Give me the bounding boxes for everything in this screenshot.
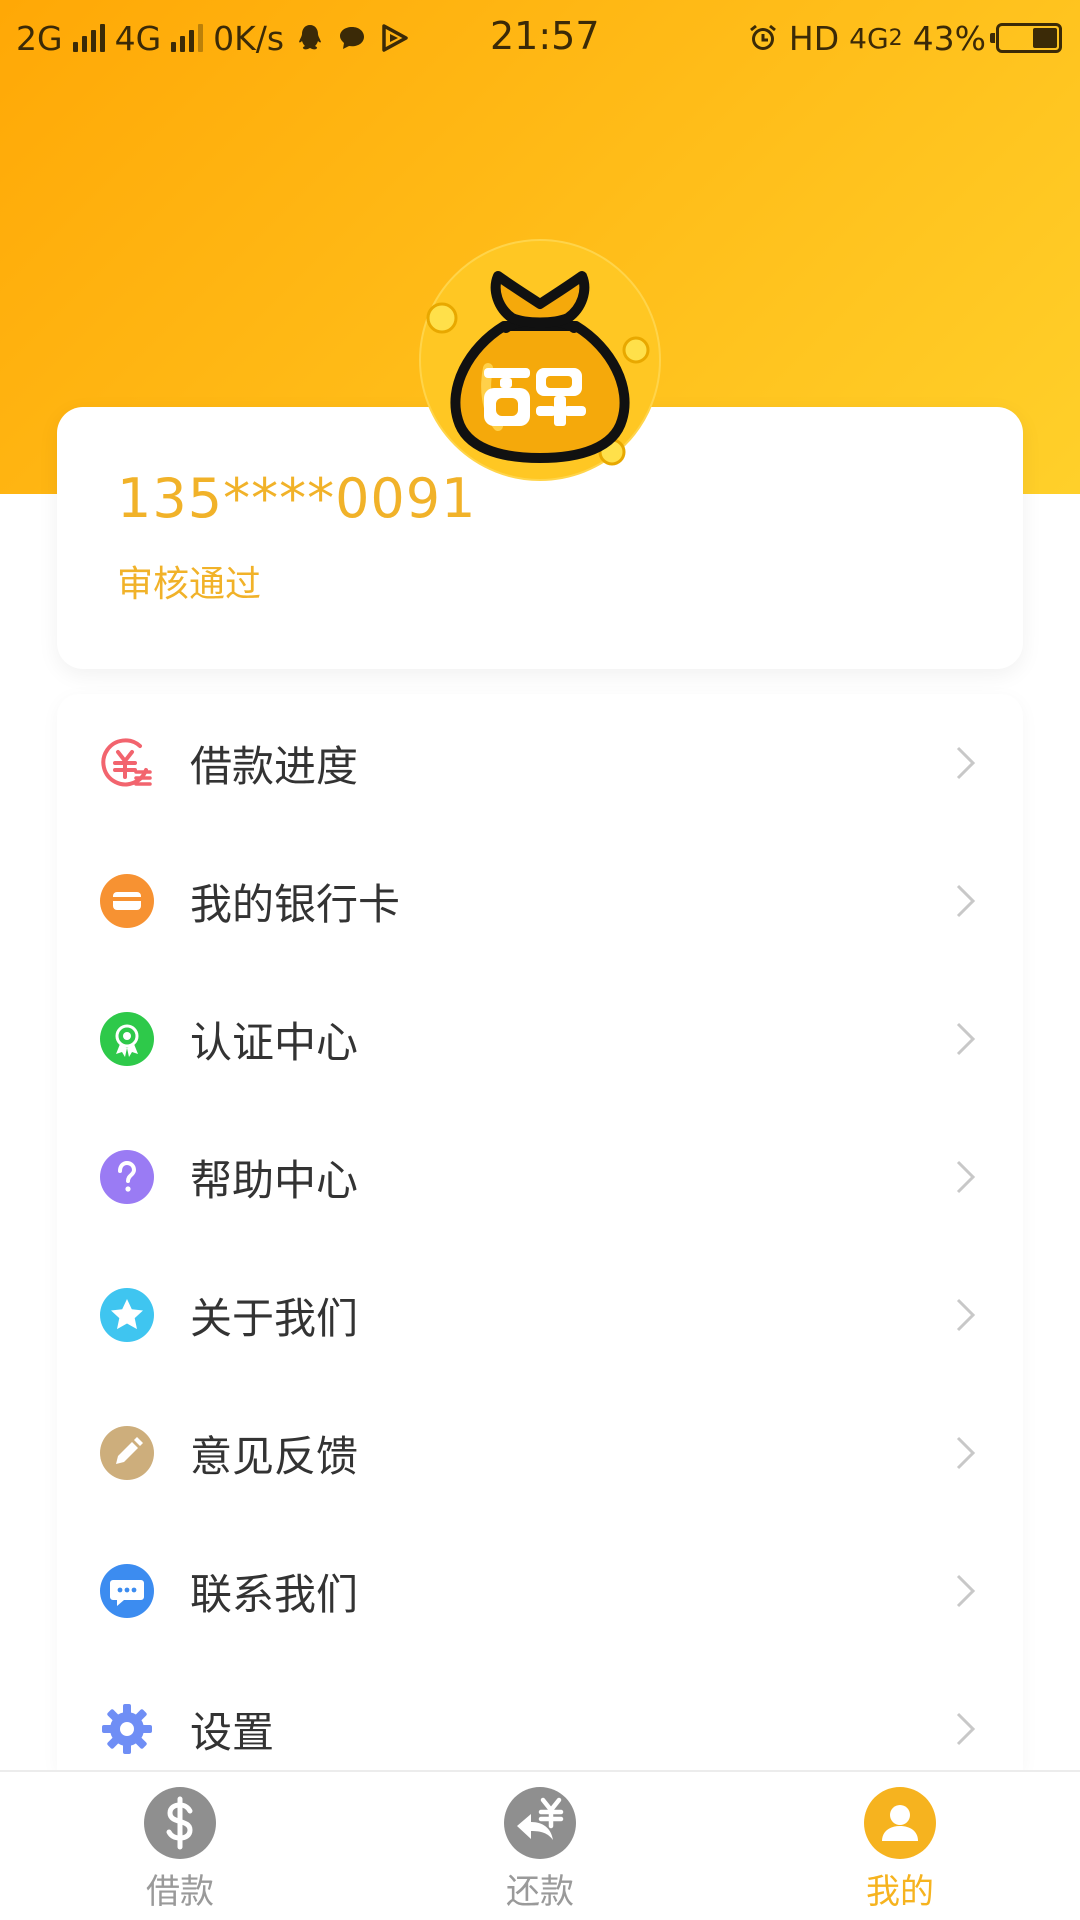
gear-icon [102, 1704, 152, 1754]
menu-label-loan-progress: 借款进度 [190, 741, 359, 791]
loan-progress-icon [101, 738, 152, 787]
menu-list: 借款进度 我的银行卡 认证中心 帮助中心 关于我们 意见反馈 联系我们 设置 [57, 694, 1023, 1770]
dollar-icon [144, 1787, 216, 1859]
menu-label-feedback: 意见反馈 [190, 1431, 359, 1481]
menu-label-about: 关于我们 [190, 1293, 359, 1343]
nav-tab-repay[interactable]: 还款 [440, 1786, 640, 1916]
nav-tab-loan[interactable]: 借款 [80, 1786, 280, 1916]
chevron-right-icon [956, 1298, 976, 1332]
hd-label: HD [788, 18, 840, 58]
star-icon [100, 1288, 154, 1342]
battery-icon [990, 23, 1062, 53]
message-icon [340, 27, 365, 49]
money-bag-icon[interactable] [418, 238, 662, 482]
menu-item-about[interactable]: 关于我们 [57, 1246, 1023, 1384]
network-type-1: 2G [16, 18, 63, 58]
status-left: 2G 4G 0K/s [16, 16, 410, 60]
status-bar: 2G 4G 0K/s 21:57 HD 4G 2 43% [0, 0, 1080, 76]
profile-page: 2G 4G 0K/s 21:57 HD 4G 2 43% 135****0091… [0, 0, 1080, 1920]
menu-label-help: 帮助中心 [190, 1155, 359, 1205]
menu-item-certification[interactable]: 认证中心 [57, 970, 1023, 1108]
chevron-right-icon [956, 1574, 976, 1608]
signal-strength-icon [72, 24, 105, 52]
menu-label-settings: 设置 [190, 1707, 275, 1757]
bank-card-icon [100, 874, 154, 928]
network-speed: 0K/s [213, 18, 285, 58]
menu-label-contact: 联系我们 [190, 1569, 359, 1619]
chevron-right-icon [956, 1022, 976, 1056]
chevron-right-icon [956, 1712, 976, 1746]
chevron-right-icon [956, 1436, 976, 1470]
nav-label-loan: 借款 [146, 1872, 214, 1912]
alarm-icon [749, 24, 776, 50]
certification-icon [100, 1012, 154, 1066]
menu-label-bank-card: 我的银行卡 [190, 879, 401, 929]
chat-icon [100, 1564, 154, 1618]
repay-icon [504, 1787, 576, 1859]
menu-item-contact[interactable]: 联系我们 [57, 1522, 1023, 1660]
menu-item-bank-card[interactable]: 我的银行卡 [57, 832, 1023, 970]
status-right: HD 4G 2 43% [747, 16, 1062, 60]
nav-label-repay: 还款 [506, 1872, 574, 1912]
help-icon [100, 1150, 154, 1204]
menu-item-feedback[interactable]: 意见反馈 [57, 1384, 1023, 1522]
menu-item-settings[interactable]: 设置 [57, 1660, 1023, 1770]
bottom-nav: 借款 还款 我的 [0, 1770, 1080, 1920]
sim-slot: 2 [888, 25, 903, 51]
chevron-right-icon [956, 1160, 976, 1194]
chevron-right-icon [956, 884, 976, 918]
chevron-right-icon [956, 746, 976, 780]
network-type-3: 4G [849, 21, 889, 55]
menu-item-loan-progress[interactable]: 借款进度 [57, 694, 1023, 832]
menu-item-help[interactable]: 帮助中心 [57, 1108, 1023, 1246]
play-icon [382, 24, 408, 52]
pencil-icon [100, 1426, 154, 1480]
menu-label-certification: 认证中心 [190, 1017, 359, 1067]
status-time: 21:57 [490, 14, 600, 58]
nav-label-mine: 我的 [866, 1872, 934, 1912]
user-icon [864, 1787, 936, 1859]
battery-fill [1033, 28, 1057, 48]
signal-strength-icon-2 [171, 24, 204, 52]
network-type-2: 4G [114, 18, 162, 58]
nav-tab-mine[interactable]: 我的 [800, 1786, 1000, 1916]
battery-percent: 43% [912, 18, 986, 58]
review-status: 审核通过 [117, 564, 262, 605]
qq-icon [299, 25, 322, 50]
